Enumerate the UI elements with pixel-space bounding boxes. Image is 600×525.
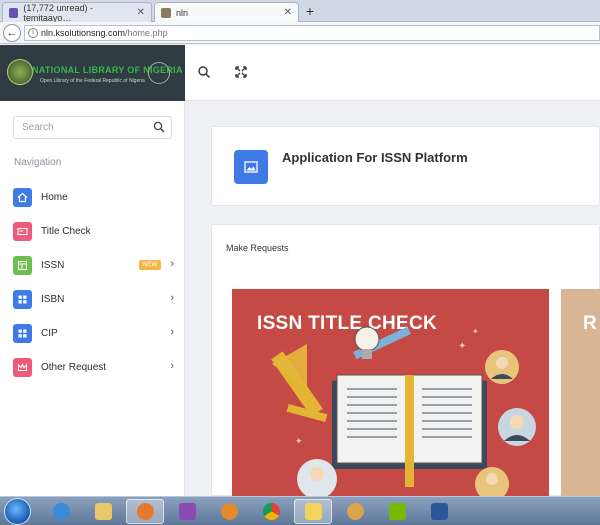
seal-icon — [7, 59, 33, 85]
banner-title: R — [583, 313, 597, 334]
search-icon[interactable] — [153, 121, 165, 133]
back-button[interactable]: ← — [3, 24, 21, 42]
tab-label: (17,772 unread) - temitaayo… — [23, 2, 93, 23]
mail-favicon-icon — [9, 7, 19, 18]
grid-icon — [13, 323, 32, 343]
browser-tab-mail[interactable]: (17,772 unread) - temitaayo… ✕ — [2, 2, 152, 23]
sidebar-item-cip[interactable]: CIP › — [13, 322, 178, 344]
home-icon — [13, 187, 32, 207]
book-illustration-icon: ✦ ✦ ✦ — [271, 326, 536, 497]
page-title: Application For ISSN Platform — [282, 150, 468, 165]
url-host: nln.ksolutionsng.com — [41, 28, 126, 38]
firefox-icon[interactable] — [126, 499, 164, 524]
new-tab-button[interactable]: + — [302, 2, 318, 20]
svg-text:✦: ✦ — [472, 327, 479, 336]
sidebar-item-title-check[interactable]: Title Check — [13, 220, 178, 242]
image-icon — [234, 150, 268, 184]
issn-title-check-banner[interactable]: ISSN TITLE CHECK ✦ ✦ ✦ — [232, 289, 549, 497]
close-tab-icon[interactable]: ✕ — [284, 7, 292, 18]
top-bar — [185, 45, 600, 101]
library-favicon-icon — [161, 7, 171, 18]
section-title: Make Requests — [226, 243, 289, 253]
sidebar-item-label: Other Request — [41, 361, 107, 373]
card-icon — [13, 221, 32, 241]
sidebar-item-issn[interactable]: ISSN NEW › — [13, 254, 178, 276]
info-icon[interactable]: i — [28, 28, 38, 38]
chevron-right-icon: › — [170, 360, 174, 372]
word-icon[interactable] — [420, 499, 458, 524]
sticky-notes-icon[interactable] — [294, 499, 332, 524]
url-path: /home.php — [125, 28, 168, 38]
media-player-icon[interactable] — [210, 499, 248, 524]
search-icon[interactable] — [197, 65, 211, 79]
address-bar: ← i nln.ksolutionsng.com/home.php — [0, 22, 600, 44]
sidebar-item-label: CIP — [41, 327, 58, 339]
sidebar-item-home[interactable]: Home — [13, 186, 178, 208]
layout-icon — [13, 255, 32, 275]
grid-icon — [13, 289, 32, 309]
sidebar: NATIONAL LIBRARY OF NIGERIA Open Library… — [0, 45, 185, 496]
chevron-right-icon: › — [170, 258, 174, 270]
fullscreen-icon[interactable] — [234, 65, 248, 79]
nvidia-icon[interactable] — [378, 499, 416, 524]
sidebar-item-label: ISSN — [41, 259, 65, 271]
sidebar-item-label: ISBN — [41, 293, 65, 305]
svg-text:✦: ✦ — [295, 437, 303, 447]
search-placeholder: Search — [22, 122, 54, 133]
logo-subtitle: Open Library of the Federal Republic of … — [40, 78, 145, 84]
new-badge: NEW — [139, 260, 161, 270]
site-logo[interactable]: NATIONAL LIBRARY OF NIGERIA Open Library… — [0, 45, 185, 101]
main-content: Application For ISSN Platform Make Reque… — [185, 101, 600, 497]
tab-label: nln — [176, 7, 189, 18]
sidebar-item-other-request[interactable]: Other Request › — [13, 356, 178, 378]
folder-icon[interactable] — [84, 499, 122, 524]
navigation-heading: Navigation — [14, 157, 62, 168]
close-tab-icon[interactable]: ✕ — [137, 7, 145, 18]
sidebar-item-isbn[interactable]: ISBN › — [13, 288, 178, 310]
tools-icon[interactable] — [336, 499, 374, 524]
os-taskbar — [0, 496, 600, 525]
page-header-card: Application For ISSN Platform — [211, 126, 600, 206]
chevron-right-icon: › — [170, 292, 174, 304]
requests-card: Make Requests ISSN TITLE CHECK ✦ ✦ ✦ R — [211, 224, 600, 497]
browser-tab-nln[interactable]: nln ✕ — [154, 2, 299, 22]
secondary-banner[interactable]: R — [561, 289, 600, 497]
url-field[interactable]: i nln.ksolutionsng.com/home.php — [24, 25, 600, 41]
browser-tab-bar: (17,772 unread) - temitaayo… ✕ nln ✕ + — [0, 0, 600, 23]
internet-explorer-icon[interactable] — [42, 499, 80, 524]
sidebar-item-label: Home — [41, 191, 68, 203]
sidebar-item-label: Title Check — [41, 225, 91, 237]
search-input[interactable]: Search — [13, 116, 172, 139]
onenote-icon[interactable] — [168, 499, 206, 524]
chevron-right-icon: › — [170, 326, 174, 338]
chrome-icon[interactable] — [252, 499, 290, 524]
svg-text:✦: ✦ — [458, 341, 466, 352]
start-button[interactable] — [4, 498, 31, 525]
logo-emblem-icon — [148, 62, 170, 84]
crown-icon — [13, 357, 32, 377]
